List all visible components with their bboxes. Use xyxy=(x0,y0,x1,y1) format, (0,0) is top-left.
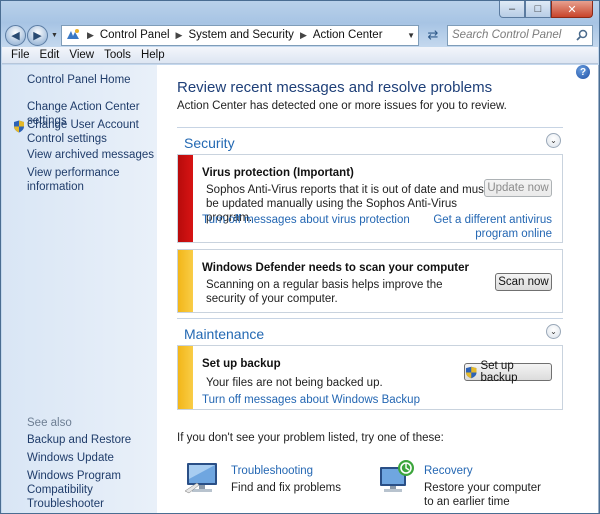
control-panel-icon xyxy=(65,28,81,42)
recent-pages-dropdown[interactable]: ▼ xyxy=(51,32,58,39)
search-icon[interactable] xyxy=(576,29,588,41)
troubleshooting-icon[interactable] xyxy=(183,461,223,495)
refresh-icon: ⇄ xyxy=(427,27,439,42)
security-section-title[interactable]: Security xyxy=(184,135,235,151)
address-bar[interactable]: ▶ Control Panel ▶ System and Security ▶ … xyxy=(60,24,419,46)
breadcrumb-action-center[interactable]: Action Center xyxy=(313,29,383,41)
forward-arrow-icon: ▶ xyxy=(33,29,42,42)
set-up-backup-title: Set up backup xyxy=(202,358,281,370)
update-now-button[interactable]: Update now xyxy=(484,179,552,197)
security-collapse-button[interactable]: ⌄ xyxy=(546,133,561,148)
breadcrumb-control-panel[interactable]: Control Panel xyxy=(100,29,170,41)
maximize-icon: □ xyxy=(534,3,542,15)
forward-button[interactable]: ▶ xyxy=(27,24,48,46)
shield-backup-icon xyxy=(465,366,477,378)
chevron-down-icon: ⌄ xyxy=(550,136,557,145)
windows-update-link[interactable]: Windows Update xyxy=(27,451,114,465)
troubleshooting-link[interactable]: Troubleshooting xyxy=(231,465,313,477)
chevron-down-icon: ⌄ xyxy=(550,327,557,336)
menu-edit[interactable]: Edit xyxy=(35,49,65,61)
backup-and-restore-link[interactable]: Backup and Restore xyxy=(27,433,131,447)
get-antivirus-online-link[interactable]: Get a different antivirus program online xyxy=(414,213,552,241)
view-archived-messages-link[interactable]: View archived messages xyxy=(27,148,154,162)
set-up-backup-label: Set up backup xyxy=(480,360,518,384)
action-center-window: – □ ✕ ◀ ▶ ▼ ▶ Control Panel ▶ System and… xyxy=(0,0,600,514)
maintenance-section-title[interactable]: Maintenance xyxy=(184,326,264,342)
page-subtitle: Action Center has detected one or more i… xyxy=(177,100,507,112)
menu-file[interactable]: File xyxy=(6,49,35,61)
back-button[interactable]: ◀ xyxy=(5,24,26,46)
breadcrumb-separator[interactable]: ▶ xyxy=(176,30,183,41)
menu-bar: File Edit View Tools Help xyxy=(2,47,598,64)
address-dropdown-icon[interactable]: ▼ xyxy=(407,31,415,40)
help-icon[interactable]: ? xyxy=(576,65,590,79)
breadcrumb-separator[interactable]: ▶ xyxy=(300,30,307,41)
menu-help[interactable]: Help xyxy=(136,49,170,61)
compatibility-troubleshooter-link[interactable]: Windows Program Compatibility Troublesho… xyxy=(27,469,155,511)
minimize-button[interactable]: – xyxy=(499,1,525,18)
recovery-icon[interactable] xyxy=(378,459,418,493)
close-icon: ✕ xyxy=(567,3,577,16)
minimize-icon: – xyxy=(508,3,516,15)
troubleshoot-prompt: If you don't see your problem listed, tr… xyxy=(177,432,444,444)
virus-protection-title: Virus protection (Important) xyxy=(202,167,354,179)
section-divider xyxy=(177,127,563,128)
section-divider xyxy=(177,318,563,319)
back-arrow-icon: ◀ xyxy=(11,29,20,42)
troubleshooting-desc: Find and fix problems xyxy=(231,482,341,494)
task-pane: Control Panel Home Change Action Center … xyxy=(2,65,157,513)
backup-message: Set up backup Your files are not being b… xyxy=(177,345,563,410)
control-panel-home-link[interactable]: Control Panel Home xyxy=(27,73,131,87)
maximize-button[interactable]: □ xyxy=(525,1,551,18)
set-up-backup-button[interactable]: Set up backup xyxy=(464,360,552,384)
maintenance-collapse-button[interactable]: ⌄ xyxy=(546,324,561,339)
uac-shield-icon xyxy=(14,120,24,133)
turn-off-virus-messages-link[interactable]: Turn off messages about virus protection xyxy=(202,213,410,227)
search-box[interactable] xyxy=(447,24,593,46)
severity-stripe-warning xyxy=(178,250,193,312)
see-also-label: See also xyxy=(27,417,72,429)
view-performance-information-link[interactable]: View performance information xyxy=(27,166,157,194)
window-edge xyxy=(598,65,599,513)
caption-buttons: – □ ✕ xyxy=(499,1,593,19)
close-button[interactable]: ✕ xyxy=(551,1,593,18)
backup-status-text: Your files are not being backed up. xyxy=(206,377,383,389)
recovery-desc: Restore your computer to an earlier time xyxy=(424,482,541,508)
virus-protection-message: Virus protection (Important) Sophos Anti… xyxy=(177,154,563,243)
windows-defender-text: Scanning on a regular basis helps improv… xyxy=(206,279,443,305)
search-input[interactable] xyxy=(452,29,572,41)
refresh-button[interactable]: ⇄ xyxy=(422,25,444,46)
menu-view[interactable]: View xyxy=(64,49,99,61)
turn-off-backup-messages-link[interactable]: Turn off messages about Windows Backup xyxy=(202,393,420,407)
breadcrumb-system-and-security[interactable]: System and Security xyxy=(188,29,293,41)
severity-stripe-warning xyxy=(178,346,193,409)
recovery-link[interactable]: Recovery xyxy=(424,465,473,477)
windows-defender-title: Windows Defender needs to scan your comp… xyxy=(202,262,469,274)
menu-tools[interactable]: Tools xyxy=(99,49,136,61)
page-title: Review recent messages and resolve probl… xyxy=(177,79,493,96)
main-content: ? Review recent messages and resolve pro… xyxy=(157,65,598,513)
change-uac-settings-link[interactable]: Change User Account Control settings xyxy=(27,118,152,146)
navigation-bar: ◀ ▶ ▼ ▶ Control Panel ▶ System and Secur… xyxy=(5,23,593,47)
severity-stripe-important xyxy=(178,155,193,242)
scan-now-button[interactable]: Scan now xyxy=(495,273,552,291)
windows-defender-message: Windows Defender needs to scan your comp… xyxy=(177,249,563,313)
breadcrumb-separator: ▶ xyxy=(86,29,94,40)
